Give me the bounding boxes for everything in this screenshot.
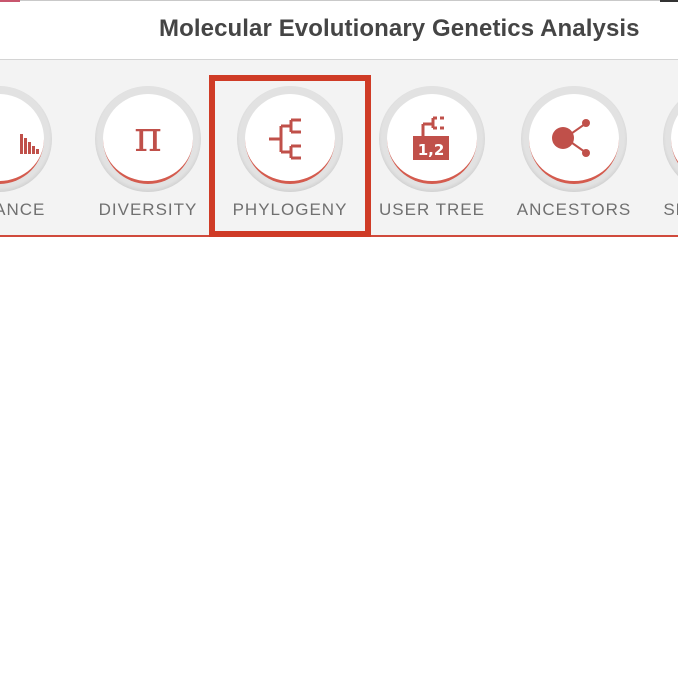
tool-circle: [663, 86, 678, 192]
toolbar-button-phylogeny[interactable]: PHYLOGENY: [225, 60, 355, 235]
toolbar-button-diversity[interactable]: π DIVERSITY: [83, 60, 213, 235]
toolbar-label: SELECTION: [663, 200, 678, 219]
toolbar-button-distance[interactable]: DISTANCE: [0, 60, 64, 235]
tool-circle: [521, 86, 627, 192]
toolbar-label: ANCESTORS: [516, 200, 632, 219]
selection-icon: [671, 94, 678, 184]
toolbar-button-ancestors[interactable]: ANCESTORS: [509, 60, 639, 235]
toolbar-button-selection[interactable]: SELECTION: [651, 60, 678, 235]
svg-text:π: π: [134, 112, 162, 161]
tool-circle: 1,2: [379, 86, 485, 192]
phylogeny-tree-icon: [245, 94, 335, 184]
top-edge-segment: [0, 0, 20, 2]
toolbar-label: DISTANCE: [0, 200, 46, 219]
top-edge-segment: [660, 0, 678, 2]
main-toolbar: DISTANCE π DIVERSITY: [0, 60, 678, 237]
window-title: Molecular Evolutionary Genetics Analysis: [159, 15, 640, 42]
tool-circle: [0, 86, 52, 192]
toolbar-label: USER TREE: [379, 200, 485, 219]
tool-circle: [237, 86, 343, 192]
toolbar-label: PHYLOGENY: [232, 200, 348, 219]
distance-histogram-icon: [0, 94, 44, 184]
user-tree-icon: 1,2: [387, 94, 477, 184]
svg-text:1,2: 1,2: [418, 141, 445, 159]
pi-icon: π: [103, 94, 193, 184]
toolbar-button-user-tree[interactable]: 1,2 USER TREE: [367, 60, 497, 235]
top-edge-segment: [20, 0, 660, 1]
tool-circle: π: [95, 86, 201, 192]
ancestors-icon: [529, 94, 619, 184]
toolbar-label: DIVERSITY: [98, 200, 198, 219]
title-bar: Molecular Evolutionary Genetics Analysis: [0, 3, 678, 60]
